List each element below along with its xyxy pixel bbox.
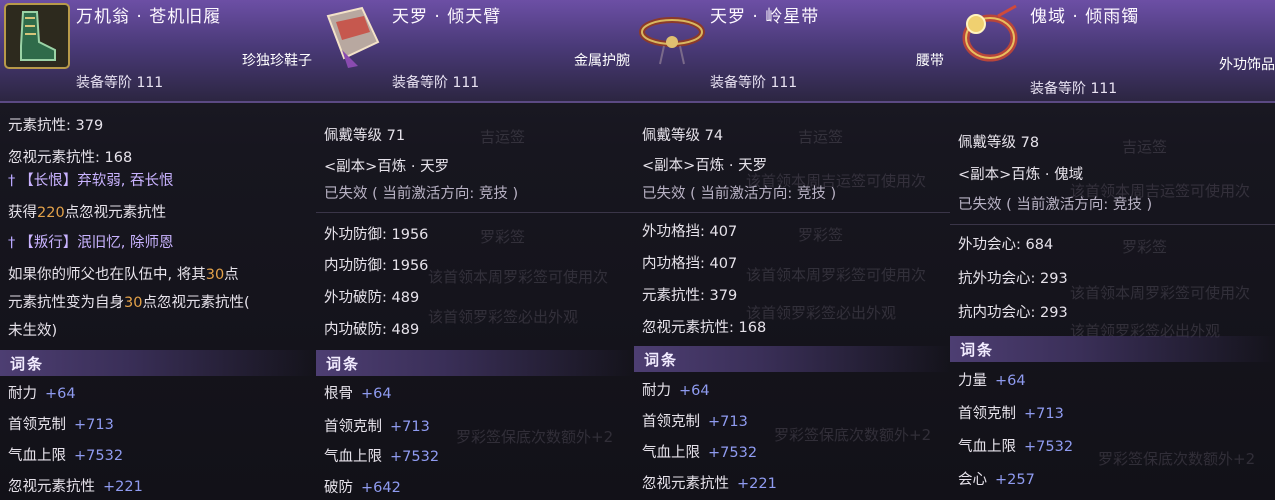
stat-line: 忽视元素抗性: 168 xyxy=(8,150,133,166)
stat-line: 抗内功会心: 293 xyxy=(958,305,1068,321)
item-name: 天罗 · 岭星带 xyxy=(710,7,820,27)
skill-line: † 【长恨】弃软弱, 吞长恨 xyxy=(8,173,174,189)
stat-line: 内功破防: 489 xyxy=(324,322,420,338)
stat-line: 抗外功会心: 293 xyxy=(958,271,1068,287)
stat-line: 外功防御: 1956 xyxy=(324,227,429,243)
attr-line: 首领克制 +713 xyxy=(8,417,114,433)
divider xyxy=(950,224,1275,225)
attr-line: 根骨 +64 xyxy=(324,386,392,402)
section-header: 词条 xyxy=(0,350,316,376)
wear-level: 佩戴等级 78 xyxy=(958,135,1040,151)
stat-line: 外功格挡: 407 xyxy=(642,224,738,240)
bg-lucky-text: 吉运签 xyxy=(798,128,844,146)
gear-score: 装备等阶 111 xyxy=(1030,81,1118,97)
stat-line: 忽视元素抗性: 168 xyxy=(642,320,767,336)
stat-line: 内功防御: 1956 xyxy=(324,258,429,274)
gear-score: 装备等阶 111 xyxy=(76,75,164,91)
attr-line: 忽视元素抗性 +221 xyxy=(8,479,143,495)
bracelet-icon xyxy=(954,2,1022,70)
item-source: <副本>百炼 · 傀域 xyxy=(958,167,1084,183)
item-slot: 腰带 xyxy=(916,53,944,69)
bg-weekly-text: 该首领本周罗彩签可使用次 xyxy=(428,268,609,286)
item-tooltip-bracelet: 傀域 · 倾雨镯 外功饰品 装备等阶 111 吉运签 该首领本周吉运签可使用次 … xyxy=(950,0,1275,500)
invalid-status: 已失效 ( 当前激活方向: 竞技 ) xyxy=(642,186,837,202)
bg-drop-text: 该首领罗彩签必出外观 xyxy=(428,308,579,326)
item-slot: 珍独珍鞋子 xyxy=(242,53,312,69)
attr-line: 气血上限 +7532 xyxy=(324,449,440,465)
desc-line: 未生效) xyxy=(8,323,58,339)
item-tooltip-bracer: 天罗 · 倾天臂 金属护腕 装备等阶 111 吉运签 罗彩签 该首领本周罗彩签可… xyxy=(316,0,635,500)
invalid-status: 已失效 ( 当前激活方向: 竞技 ) xyxy=(324,186,519,202)
desc-line: 如果你的师父也在队伍中, 将其30点 xyxy=(8,267,239,283)
attr-line: 气血上限 +7532 xyxy=(958,439,1074,455)
bg-guarantee-text: 罗彩签保底次数额外+2 xyxy=(456,428,614,446)
attr-line: 首领克制 +713 xyxy=(958,406,1064,422)
attr-line: 首领克制 +713 xyxy=(642,414,748,430)
attr-line: 气血上限 +7532 xyxy=(8,448,124,464)
belt-icon xyxy=(638,2,706,70)
item-source: <副本>百炼 · 天罗 xyxy=(324,159,450,175)
attr-line: 力量 +64 xyxy=(958,373,1026,389)
item-tooltip-boots: 万机翁 · 苍机旧履 珍独珍鞋子 装备等阶 111 元素抗性: 379 忽视元素… xyxy=(0,0,317,500)
item-slot: 外功饰品 xyxy=(1219,57,1275,73)
invalid-status: 已失效 ( 当前激活方向: 竞技 ) xyxy=(958,197,1153,213)
bg-weekly-text: 该首领本周罗彩签可使用次 xyxy=(1070,284,1251,302)
stat-line: 外功破防: 489 xyxy=(324,290,420,306)
stat-line: 元素抗性: 379 xyxy=(642,288,738,304)
skill-line: † 【叛行】泯旧忆, 除师恩 xyxy=(8,235,174,251)
gain-line: 获得220点忽视元素抗性 xyxy=(8,205,167,221)
section-header: 词条 xyxy=(316,350,634,376)
attr-line: 气血上限 +7532 xyxy=(642,445,758,461)
bg-lucky-text: 吉运签 xyxy=(1122,138,1168,156)
divider xyxy=(316,212,634,213)
wear-level: 佩戴等级 71 xyxy=(324,128,406,144)
item-source: <副本>百炼 · 天罗 xyxy=(642,158,768,174)
attr-line: 忽视元素抗性 +221 xyxy=(642,476,777,492)
dagger-icon: † xyxy=(8,173,16,189)
bracer-icon xyxy=(318,2,386,70)
gear-score: 装备等阶 111 xyxy=(392,75,480,91)
attr-line: 破防 +642 xyxy=(324,480,401,496)
attr-line: 耐力 +64 xyxy=(8,386,76,402)
bg-guarantee-text: 罗彩签保底次数额外+2 xyxy=(1098,450,1256,468)
attr-line: 会心 +257 xyxy=(958,472,1035,488)
wear-level: 佩戴等级 74 xyxy=(642,128,724,144)
item-name: 万机翁 · 苍机旧履 xyxy=(76,7,222,27)
divider xyxy=(634,212,950,213)
section-header: 词条 xyxy=(950,336,1275,362)
boots-icon xyxy=(3,2,71,70)
attr-line: 耐力 +64 xyxy=(642,383,710,399)
gear-score: 装备等阶 111 xyxy=(710,75,798,91)
tooltip-compare-view: 万机翁 · 苍机旧履 珍独珍鞋子 装备等阶 111 元素抗性: 379 忽视元素… xyxy=(0,0,1275,500)
item-name: 天罗 · 倾天臂 xyxy=(392,7,502,27)
bg-guarantee-text: 罗彩签保底次数额外+2 xyxy=(774,426,932,444)
bg-drop-text: 该首领罗彩签必出外观 xyxy=(746,304,897,322)
item-tooltip-belt: 天罗 · 岭星带 腰带 装备等阶 111 吉运签 该首领本周吉运签可使用次 罗彩… xyxy=(634,0,951,500)
attr-line: 首领克制 +713 xyxy=(324,419,430,435)
desc-line: 元素抗性变为自身30点忽视元素抗性( xyxy=(8,295,250,311)
item-slot: 金属护腕 xyxy=(574,53,630,69)
bg-luocai-text: 罗彩签 xyxy=(480,228,526,246)
section-header: 词条 xyxy=(634,346,950,372)
stat-line: 外功会心: 684 xyxy=(958,237,1054,253)
bg-lucky-text: 吉运签 xyxy=(480,128,526,146)
bg-luocai-text: 罗彩签 xyxy=(1122,238,1168,256)
bg-luocai-text: 罗彩签 xyxy=(798,226,844,244)
item-name: 傀域 · 倾雨镯 xyxy=(1030,7,1140,27)
dagger-icon: † xyxy=(8,235,16,251)
stat-line: 元素抗性: 379 xyxy=(8,118,104,134)
bg-weekly-text: 该首领本周罗彩签可使用次 xyxy=(746,266,927,284)
stat-line: 内功格挡: 407 xyxy=(642,256,738,272)
